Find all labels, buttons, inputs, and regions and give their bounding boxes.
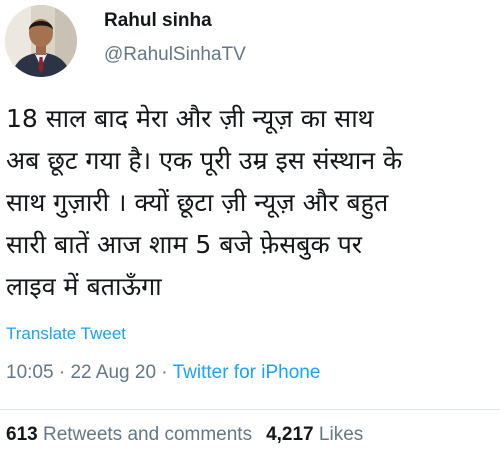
profile-photo-icon <box>5 5 77 77</box>
tweet-text-line: लाइव में बताऊँगा <box>6 272 162 301</box>
tweet-text-line: 18 साल बाद मेरा और ज़ी न्यूज़ का साथ <box>6 104 374 133</box>
tweet-stats: 613 Retweets and comments 4,217 Likes <box>6 424 363 446</box>
tweet-source-link[interactable]: Twitter for iPhone <box>173 362 321 383</box>
user-handle[interactable]: @RahulSinhaTV <box>104 44 246 66</box>
likes-label: Likes <box>318 424 364 445</box>
retweets-count: 613 <box>6 424 38 445</box>
tweet-date: 22 Aug 20 <box>70 362 157 383</box>
tweet-metadata: 10:05 · 22 Aug 20 · Twitter for iPhone <box>6 362 320 384</box>
tweet-time: 10:05 <box>6 362 54 383</box>
tweet-card: Rahul sinha @RahulSinhaTV 18 साल बाद मेर… <box>0 0 500 450</box>
tweet-text-line: साथ गुज़ारी । क्यों छूटा ज़ी न्यूज़ और ब… <box>6 188 389 217</box>
retweets-stat[interactable]: 613 Retweets and comments <box>6 424 252 445</box>
retweets-label: Retweets and comments <box>42 424 253 445</box>
likes-count: 4,217 <box>266 424 314 445</box>
avatar[interactable] <box>5 5 77 77</box>
display-name[interactable]: Rahul sinha <box>104 10 212 32</box>
tweet-text-line: सारी बातें आज शाम 5 बजे फ़ेसबुक पर <box>6 230 363 259</box>
meta-separator: · <box>53 362 71 383</box>
divider <box>0 409 500 410</box>
meta-separator: · <box>156 362 173 383</box>
tweet-text: 18 साल बाद मेरा और ज़ी न्यूज़ का साथ अब … <box>6 98 494 308</box>
translate-tweet-link[interactable]: Translate Tweet <box>6 324 126 344</box>
tweet-text-line: अब छूट गया है। एक पूरी उम्र इस संस्थान क… <box>6 146 403 175</box>
likes-stat[interactable]: 4,217 Likes <box>266 424 363 445</box>
